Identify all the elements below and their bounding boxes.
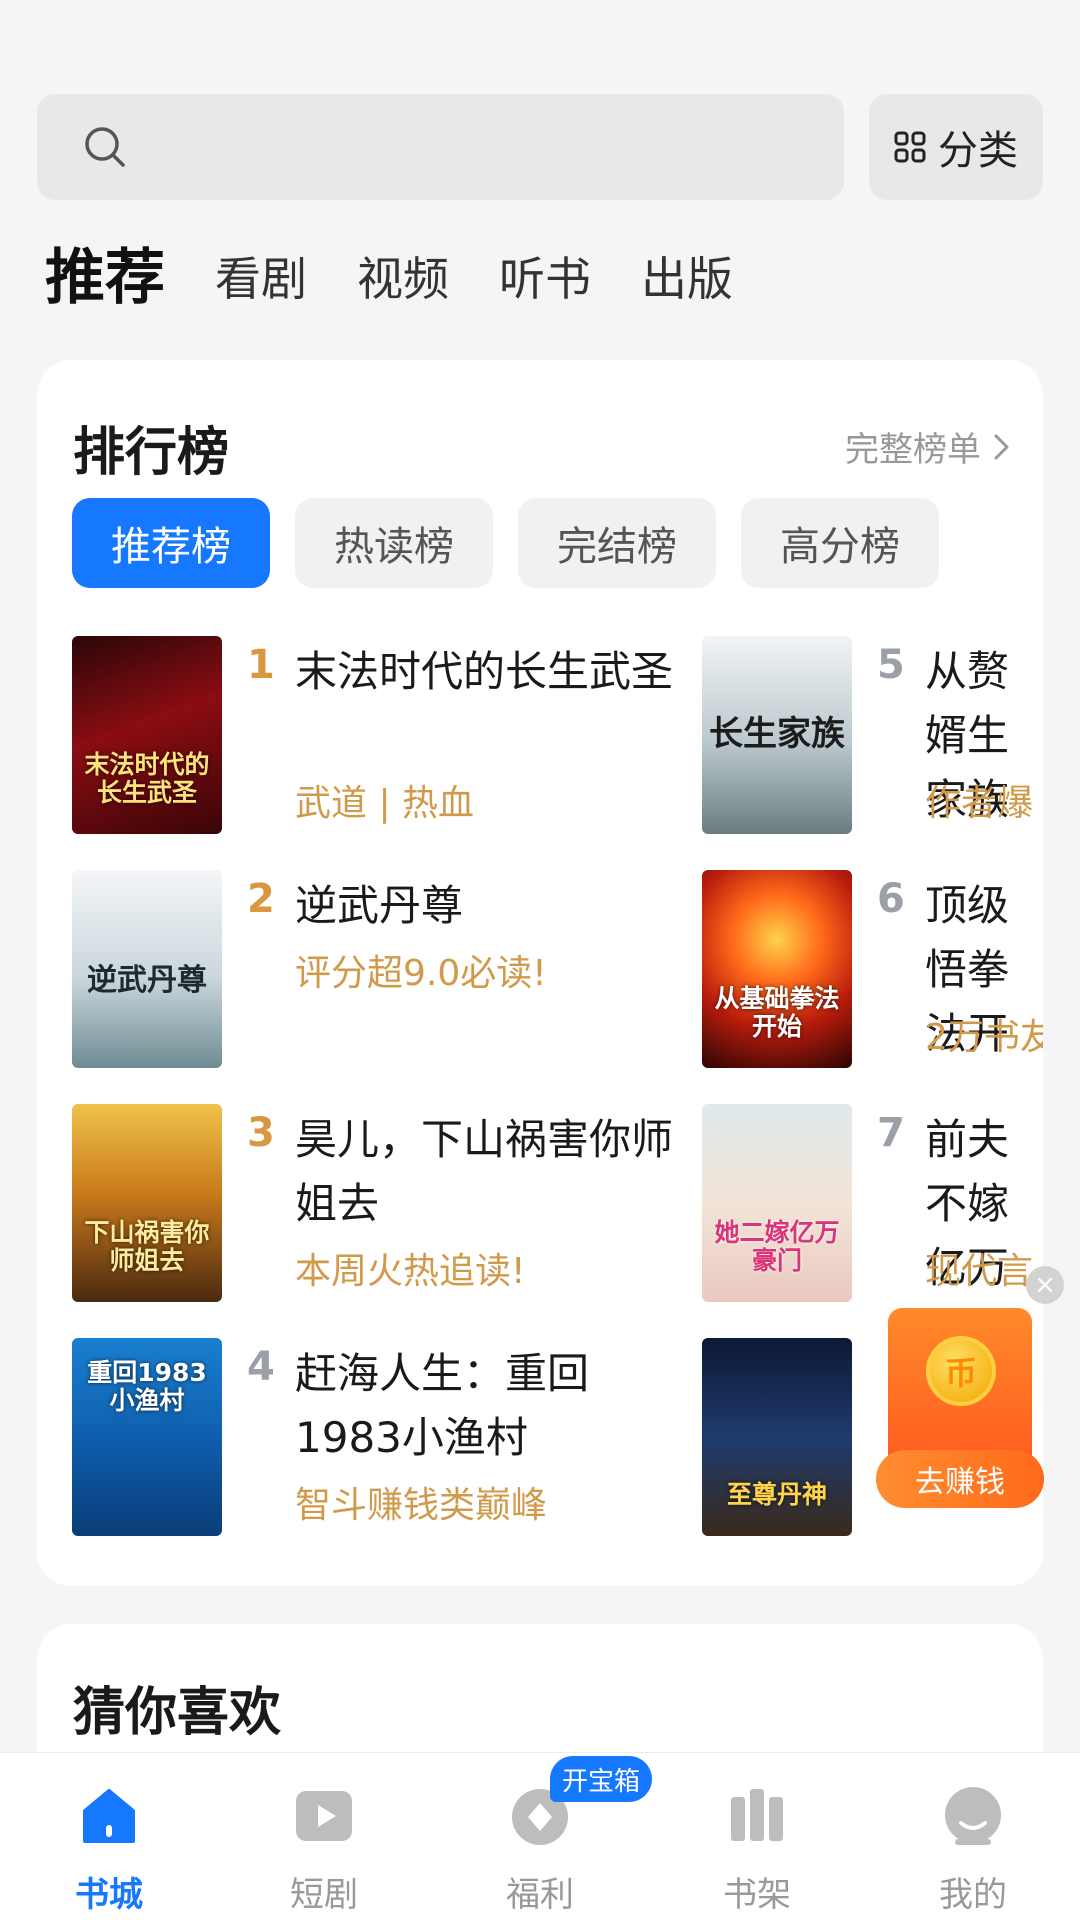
book-tag: 本周火热追读! <box>295 1251 526 1292</box>
chip-completed-list[interactable]: 完结榜 <box>518 498 716 588</box>
category-button[interactable]: 分类 <box>869 94 1043 200</box>
bottom-nav: 书城 短剧 福利 书架 我的 <box>0 1752 1080 1920</box>
cover-title: 重回1983小渔村 <box>87 1357 207 1416</box>
book-tag: 2万书友 <box>925 1017 1043 1058</box>
chip-high-score-list[interactable]: 高分榜 <box>741 498 939 588</box>
book-cover: 逆武丹尊 <box>72 870 222 1068</box>
book-tag: 评分超9.0必读! <box>295 953 547 994</box>
nav-welfare[interactable]: 福利 <box>470 1783 610 1915</box>
cover-title: 她二嫁亿万豪门 <box>714 1217 840 1276</box>
play-icon <box>296 1791 352 1841</box>
book-item[interactable]: 从基础拳法开始 6 顶级悟拳法开 2万书友 <box>702 870 1043 1070</box>
nav-bookstore[interactable]: 书城 <box>39 1783 179 1915</box>
nav-label: 我的 <box>939 1875 1007 1915</box>
search-icon <box>85 127 125 167</box>
book-item[interactable]: 重回1983小渔村 4 赶海人生：重回1983小渔村 智斗赚钱类巅峰 <box>72 1338 692 1538</box>
book-cover: 长生家族 <box>702 636 852 834</box>
nav-label: 福利 <box>506 1875 574 1915</box>
treasure-chest-badge[interactable]: 开宝箱 <box>550 1756 652 1802</box>
bookstore-screen: 分类 推荐 看剧 视频 听书 出版 排行榜 完整榜单 推荐榜 热读榜 完结榜 高… <box>0 0 1080 1920</box>
top-tabs: 推荐 看剧 视频 听书 出版 <box>45 236 783 316</box>
tab-audiobook[interactable]: 听书 <box>499 256 591 316</box>
book-title: 末法时代的长生武圣 <box>295 647 674 696</box>
book-item[interactable]: 长生家族 5 从赘婿生家族 作者爆 <box>702 636 1043 836</box>
book-item[interactable]: 逆武丹尊 2 逆武丹尊 评分超9.0必读! <box>72 870 692 1070</box>
nav-profile[interactable]: 我的 <box>903 1783 1043 1915</box>
full-list-link[interactable]: 完整榜单 <box>845 422 1013 471</box>
book-tag: 作者爆 <box>925 783 1034 824</box>
book-title: 赶海人生：重回1983小渔村 <box>295 1349 590 1462</box>
book-tag: 智斗赚钱类巅峰 <box>295 1485 548 1526</box>
rank-number: 1 <box>247 642 275 688</box>
book-cover: 下山祸害你师姐去 <box>72 1104 222 1302</box>
cover-title: 至尊丹神 <box>726 1480 827 1510</box>
cover-title: 逆武丹尊 <box>87 962 207 998</box>
grid-icon <box>894 131 926 163</box>
category-label: 分类 <box>938 128 1018 174</box>
search-input[interactable] <box>37 94 844 200</box>
earn-money-button[interactable]: 去赚钱 <box>876 1450 1044 1508</box>
cover-title: 长生家族 <box>709 713 845 754</box>
tab-recommend[interactable]: 推荐 <box>45 248 165 316</box>
tab-drama[interactable]: 看剧 <box>215 256 307 316</box>
ranking-chips: 推荐榜 热读榜 完结榜 高分榜 <box>72 498 939 588</box>
book-title: 昊儿，下山祸害你师姐去 <box>295 1115 674 1228</box>
book-title: 逆武丹尊 <box>295 881 464 930</box>
book-tag: 现代言 <box>925 1251 1034 1292</box>
chip-recommend-list[interactable]: 推荐榜 <box>72 498 270 588</box>
book-item[interactable]: 下山祸害你师姐去 3 昊儿，下山祸害你师姐去 本周火热追读! <box>72 1104 692 1304</box>
cover-title: 从基础拳法开始 <box>714 983 840 1042</box>
cover-title: 下山祸害你师姐去 <box>84 1217 210 1276</box>
book-cover: 从基础拳法开始 <box>702 870 852 1068</box>
nav-bookshelf[interactable]: 书架 <box>687 1783 827 1915</box>
book-item[interactable]: 她二嫁亿万豪门 7 前夫不嫁亿万 现代言 <box>702 1104 1043 1304</box>
book-cover: 末法时代的长生武圣 <box>72 636 222 834</box>
tab-video[interactable]: 视频 <box>357 256 449 316</box>
chip-hot-read-list[interactable]: 热读榜 <box>295 498 493 588</box>
coin-icon: 币 <box>926 1336 996 1406</box>
nav-label: 书城 <box>75 1875 143 1915</box>
ranking-title: 排行榜 <box>73 423 230 483</box>
book-cover: 她二嫁亿万豪门 <box>702 1104 852 1302</box>
rank-number: 4 <box>247 1344 275 1390</box>
rank-number: 5 <box>877 642 905 688</box>
rank-number: 3 <box>247 1110 275 1156</box>
profile-icon <box>945 1787 1001 1845</box>
nav-label: 书架 <box>723 1875 791 1915</box>
full-list-label: 完整榜单 <box>845 430 981 470</box>
book-tag: 武道 | 热血 <box>295 783 475 824</box>
book-item[interactable]: 末法时代的长生武圣 1 末法时代的长生武圣 武道 | 热血 <box>72 636 692 836</box>
nav-label: 短剧 <box>290 1875 358 1915</box>
book-cover: 至尊丹神 <box>702 1338 852 1536</box>
tab-publishing[interactable]: 出版 <box>641 256 733 316</box>
rank-number: 6 <box>877 876 905 922</box>
earn-money-widget[interactable]: 币 去赚钱 <box>876 1308 1044 1510</box>
bookshelf-icon <box>731 1789 783 1841</box>
cover-title: 末法时代的长生武圣 <box>84 749 210 808</box>
book-cover: 重回1983小渔村 <box>72 1338 222 1536</box>
nav-short-drama[interactable]: 短剧 <box>254 1783 394 1915</box>
rank-number: 2 <box>247 876 275 922</box>
home-icon <box>83 1789 135 1843</box>
chevron-right-icon <box>994 434 1009 459</box>
guess-title: 猜你喜欢 <box>73 1683 282 1743</box>
rank-number: 7 <box>877 1110 905 1156</box>
close-icon[interactable]: × <box>1026 1266 1064 1304</box>
